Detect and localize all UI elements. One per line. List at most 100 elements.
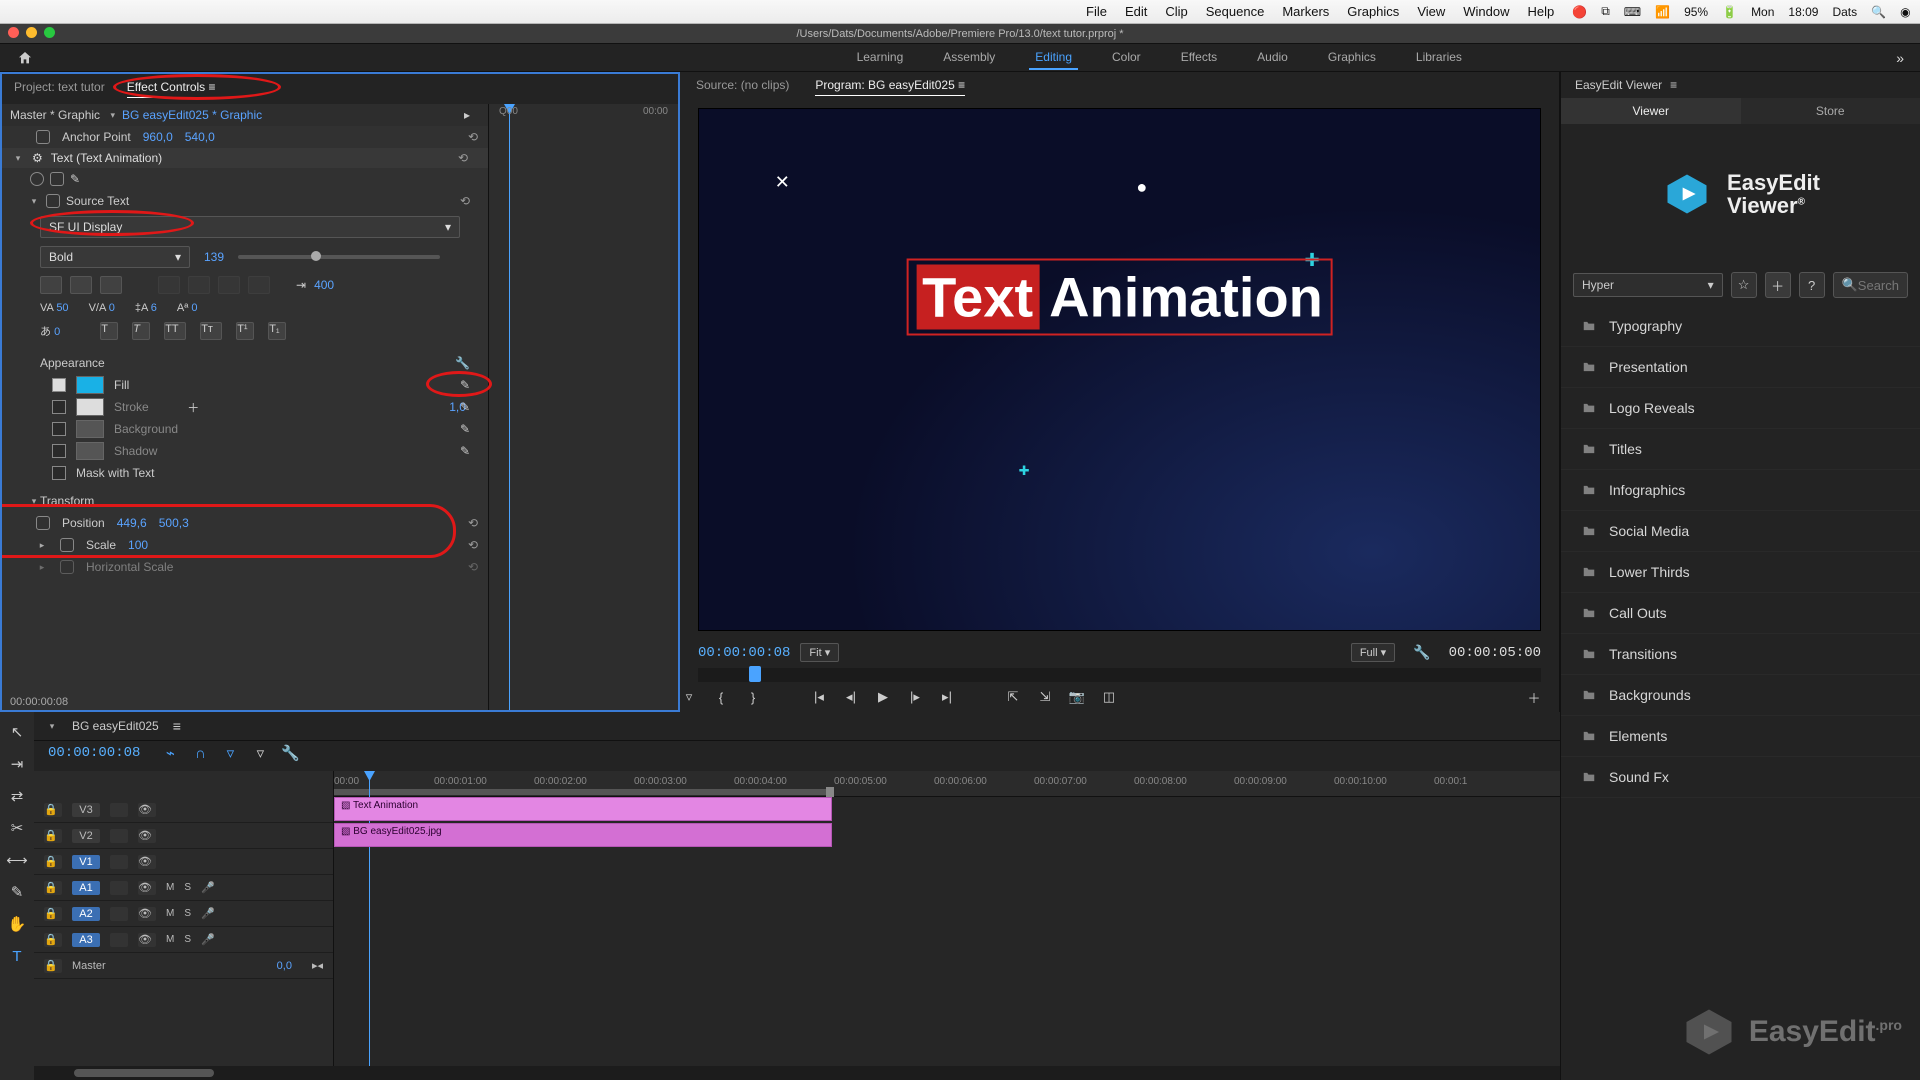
ws-assembly[interactable]: Assembly	[937, 46, 1001, 70]
stroke-checkbox[interactable]	[52, 400, 66, 414]
goto-out-icon[interactable]: ▸|	[938, 688, 956, 706]
category-typography[interactable]: Typography	[1561, 306, 1920, 347]
ee-tab-viewer[interactable]: Viewer	[1561, 98, 1741, 124]
snapshot-icon[interactable]: 📷	[1068, 688, 1086, 706]
category-transitions[interactable]: Transitions	[1561, 634, 1920, 675]
tab-project[interactable]: Project: text tutor	[14, 80, 105, 98]
track-v3[interactable]: 🔒V3👁	[34, 797, 333, 823]
category-elements[interactable]: Elements	[1561, 716, 1920, 757]
add-pack-icon[interactable]: ＋	[1765, 272, 1791, 298]
help-icon[interactable]: ?	[1799, 272, 1825, 298]
align-left-icon[interactable]	[40, 276, 62, 294]
menu-window[interactable]: Window	[1463, 4, 1509, 19]
keyboard-icon[interactable]: ⌨	[1624, 5, 1641, 19]
position-x[interactable]: 449,6	[117, 516, 147, 530]
align-center-icon[interactable]	[70, 276, 92, 294]
sync-lock-icon[interactable]	[110, 829, 128, 843]
shadow-eyedropper-icon[interactable]: ✎	[460, 444, 470, 458]
category-titles[interactable]: Titles	[1561, 429, 1920, 470]
tab-source[interactable]: Source: (no clips)	[696, 78, 789, 96]
razor-tool-icon[interactable]: ✂	[7, 818, 27, 838]
compare-icon[interactable]: ◫	[1100, 688, 1118, 706]
ws-editing[interactable]: Editing	[1029, 46, 1078, 70]
stroke-eyedropper-icon[interactable]: ✎	[460, 400, 470, 414]
tab-effect-controls[interactable]: Effect Controls ≡	[127, 80, 216, 98]
link-icon[interactable]: ∩	[190, 743, 210, 763]
toggle-icon[interactable]: 👁	[138, 907, 156, 921]
sequence-name[interactable]: BG easyEdit025	[72, 719, 159, 733]
fill-swatch[interactable]	[76, 376, 104, 394]
mic-icon[interactable]: 🎤	[201, 933, 215, 946]
fill-eyedropper-icon[interactable]: ✎	[460, 378, 470, 392]
clip-bg-image[interactable]: ▧ BG easyEdit025.jpg	[334, 823, 832, 847]
allcaps-icon[interactable]: TT	[164, 322, 186, 340]
fill-checkbox[interactable]	[52, 378, 66, 392]
toggle-icon[interactable]: 👁	[138, 933, 156, 947]
lock-icon[interactable]: 🔒	[44, 803, 62, 817]
menu-graphics[interactable]: Graphics	[1347, 4, 1399, 19]
bg-eyedropper-icon[interactable]: ✎	[460, 422, 470, 436]
tab-program[interactable]: Program: BG easyEdit025 ≡	[815, 78, 965, 96]
selection-tool-icon[interactable]: ↖	[7, 722, 27, 742]
track-select-tool-icon[interactable]: ⇥	[7, 754, 27, 774]
smallcaps-icon[interactable]: Tᴛ	[200, 322, 222, 340]
toggle-icon[interactable]: 👁	[138, 881, 156, 895]
ee-tab-store[interactable]: Store	[1741, 98, 1920, 124]
scale-val[interactable]: 100	[128, 538, 148, 552]
ws-learning[interactable]: Learning	[851, 46, 910, 70]
weight-dropdown[interactable]: Bold▾	[40, 246, 190, 268]
size-slider[interactable]	[238, 255, 440, 259]
lock-icon[interactable]: 🔒	[44, 881, 62, 895]
hand-tool-icon[interactable]: ✋	[7, 914, 27, 934]
sync-lock-icon[interactable]	[110, 933, 128, 947]
toggle-icon[interactable]: 👁	[138, 829, 156, 843]
siri-icon[interactable]: ◉	[1900, 5, 1910, 19]
ec-playhead[interactable]	[509, 104, 510, 710]
timeline-ruler[interactable]: 00:0000:00:01:0000:00:02:0000:00:03:0000…	[334, 771, 1560, 797]
ws-effects[interactable]: Effects	[1175, 46, 1223, 70]
sync-lock-icon[interactable]	[110, 855, 128, 869]
scale-kf[interactable]	[60, 538, 74, 552]
menu-clip[interactable]: Clip	[1165, 4, 1187, 19]
step-back-icon[interactable]: ◂|	[842, 688, 860, 706]
user-label[interactable]: Dats	[1832, 5, 1857, 19]
menu-help[interactable]: Help	[1528, 4, 1555, 19]
category-backgrounds[interactable]: Backgrounds	[1561, 675, 1920, 716]
search-input[interactable]: 🔍 Search	[1833, 272, 1908, 298]
category-logo-reveals[interactable]: Logo Reveals	[1561, 388, 1920, 429]
pen-icon[interactable]: ✎	[70, 172, 80, 186]
window-traffic-lights[interactable]	[8, 27, 55, 38]
pack-dropdown[interactable]: Hyper▾	[1573, 273, 1723, 297]
superscript-icon[interactable]: T¹	[236, 322, 254, 340]
sync-lock-icon[interactable]	[110, 803, 128, 817]
category-call-outs[interactable]: Call Outs	[1561, 593, 1920, 634]
menu-edit[interactable]: Edit	[1125, 4, 1147, 19]
lock-icon[interactable]: 🔒	[44, 855, 62, 869]
sync-lock-icon[interactable]	[110, 907, 128, 921]
timeline-h-scroll[interactable]	[34, 1066, 1560, 1080]
sourcetext-kf[interactable]	[46, 194, 60, 208]
lock-icon[interactable]: 🔒	[44, 907, 62, 921]
anchor-y[interactable]: 540,0	[185, 130, 215, 144]
marker-icon[interactable]: ▿	[220, 743, 240, 763]
reset-icon[interactable]: ⟲	[468, 130, 478, 144]
settings-icon[interactable]: ▿	[250, 743, 270, 763]
category-social-media[interactable]: Social Media	[1561, 511, 1920, 552]
track-v1[interactable]: 🔒V1👁	[34, 849, 333, 875]
goto-in-icon[interactable]: |◂	[810, 688, 828, 706]
category-presentation[interactable]: Presentation	[1561, 347, 1920, 388]
category-sound-fx[interactable]: Sound Fx	[1561, 757, 1920, 798]
ws-libraries[interactable]: Libraries	[1410, 46, 1468, 70]
mask-ellipse-icon[interactable]	[30, 172, 44, 186]
mic-icon[interactable]: 🎤	[201, 907, 215, 920]
track-master[interactable]: 🔒Master0,0▸◂	[34, 953, 333, 979]
mark-in-button[interactable]: {	[712, 688, 730, 706]
stroke-swatch[interactable]	[76, 398, 104, 416]
program-scrubber[interactable]	[698, 668, 1541, 682]
menu-view[interactable]: View	[1417, 4, 1445, 19]
toggle-icon[interactable]: 👁	[138, 855, 156, 869]
snap-icon[interactable]: ⌁	[160, 743, 180, 763]
timeline-tc[interactable]: 00:00:00:08	[48, 745, 140, 761]
menu-markers[interactable]: Markers	[1282, 4, 1329, 19]
mask-checkbox[interactable]	[52, 466, 66, 480]
